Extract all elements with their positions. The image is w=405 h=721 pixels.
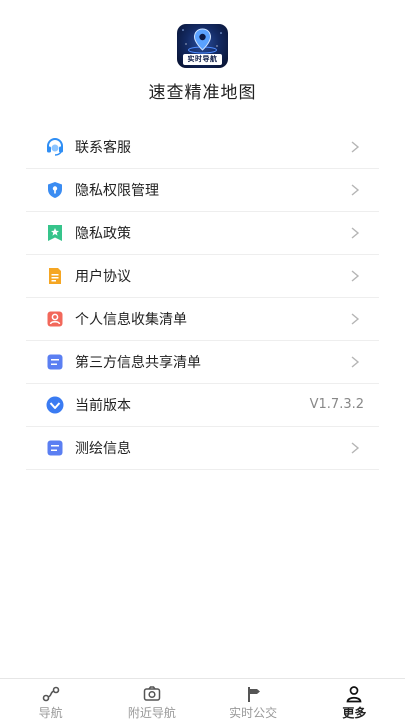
menu-item-customer-service[interactable]: 联系客服 [26, 126, 379, 169]
signpost-icon [248, 687, 261, 702]
tab-more[interactable]: 更多 [304, 679, 405, 721]
app-logo: 实时导航 [177, 24, 228, 68]
menu-item-surveying-info[interactable]: 测绘信息 [26, 427, 379, 470]
chevron-right-icon [351, 227, 360, 239]
menu-item-label: 隐私权限管理 [75, 183, 159, 199]
menu-item-label: 联系客服 [75, 140, 131, 156]
settings-menu: 联系客服 隐私权限管理 隐私政策 用户协议 个人信息收集清单 第三方信息共享清单… [26, 126, 379, 470]
list-icon [45, 438, 65, 458]
tab-nearby-navigation[interactable]: 附近导航 [101, 679, 202, 721]
menu-item-label: 第三方信息共享清单 [75, 355, 201, 371]
menu-item-third-party-sharing-list[interactable]: 第三方信息共享清单 [26, 341, 379, 384]
menu-item-user-agreement[interactable]: 用户协议 [26, 255, 379, 298]
version-value: V1.7.3.2 [309, 397, 364, 412]
bottom-tab-bar: 导航 附近导航 实时公交 更多 [0, 678, 405, 721]
tab-label: 更多 [342, 706, 367, 720]
tab-navigation[interactable]: 导航 [0, 679, 101, 721]
menu-item-privacy-permissions[interactable]: 隐私权限管理 [26, 169, 379, 212]
menu-item-label: 个人信息收集清单 [75, 312, 187, 328]
tab-label: 附近导航 [127, 706, 176, 720]
route-icon [42, 686, 59, 702]
menu-item-label: 测绘信息 [75, 441, 131, 457]
menu-item-privacy-policy[interactable]: 隐私政策 [26, 212, 379, 255]
version-check-icon [45, 395, 65, 415]
location-pin-icon [193, 28, 212, 51]
menu-item-current-version[interactable]: 当前版本 V1.7.3.2 [26, 384, 379, 427]
chevron-right-icon [351, 270, 360, 282]
chevron-right-icon [351, 442, 360, 454]
menu-item-label: 用户协议 [75, 269, 131, 285]
person-card-icon [45, 309, 65, 329]
headset-icon [45, 137, 65, 157]
app-icon-badge: 实时导航 [183, 54, 222, 65]
document-icon [45, 266, 65, 286]
user-icon [346, 686, 362, 703]
menu-item-personal-info-list[interactable]: 个人信息收集清单 [26, 298, 379, 341]
chevron-right-icon [351, 184, 360, 196]
app-header: 实时导航 速查精准地图 [0, 0, 405, 112]
menu-item-label: 隐私政策 [75, 226, 131, 242]
tab-realtime-bus[interactable]: 实时公交 [203, 679, 304, 721]
tab-label: 实时公交 [229, 706, 278, 720]
bookmark-star-icon [45, 223, 65, 243]
tab-label: 导航 [38, 706, 63, 720]
chevron-right-icon [351, 356, 360, 368]
chevron-right-icon [351, 141, 360, 153]
chevron-right-icon [351, 313, 360, 325]
list-icon [45, 352, 65, 372]
camera-pin-icon [143, 686, 161, 701]
app-name: 速查精准地图 [148, 83, 257, 103]
shield-icon [45, 180, 65, 200]
